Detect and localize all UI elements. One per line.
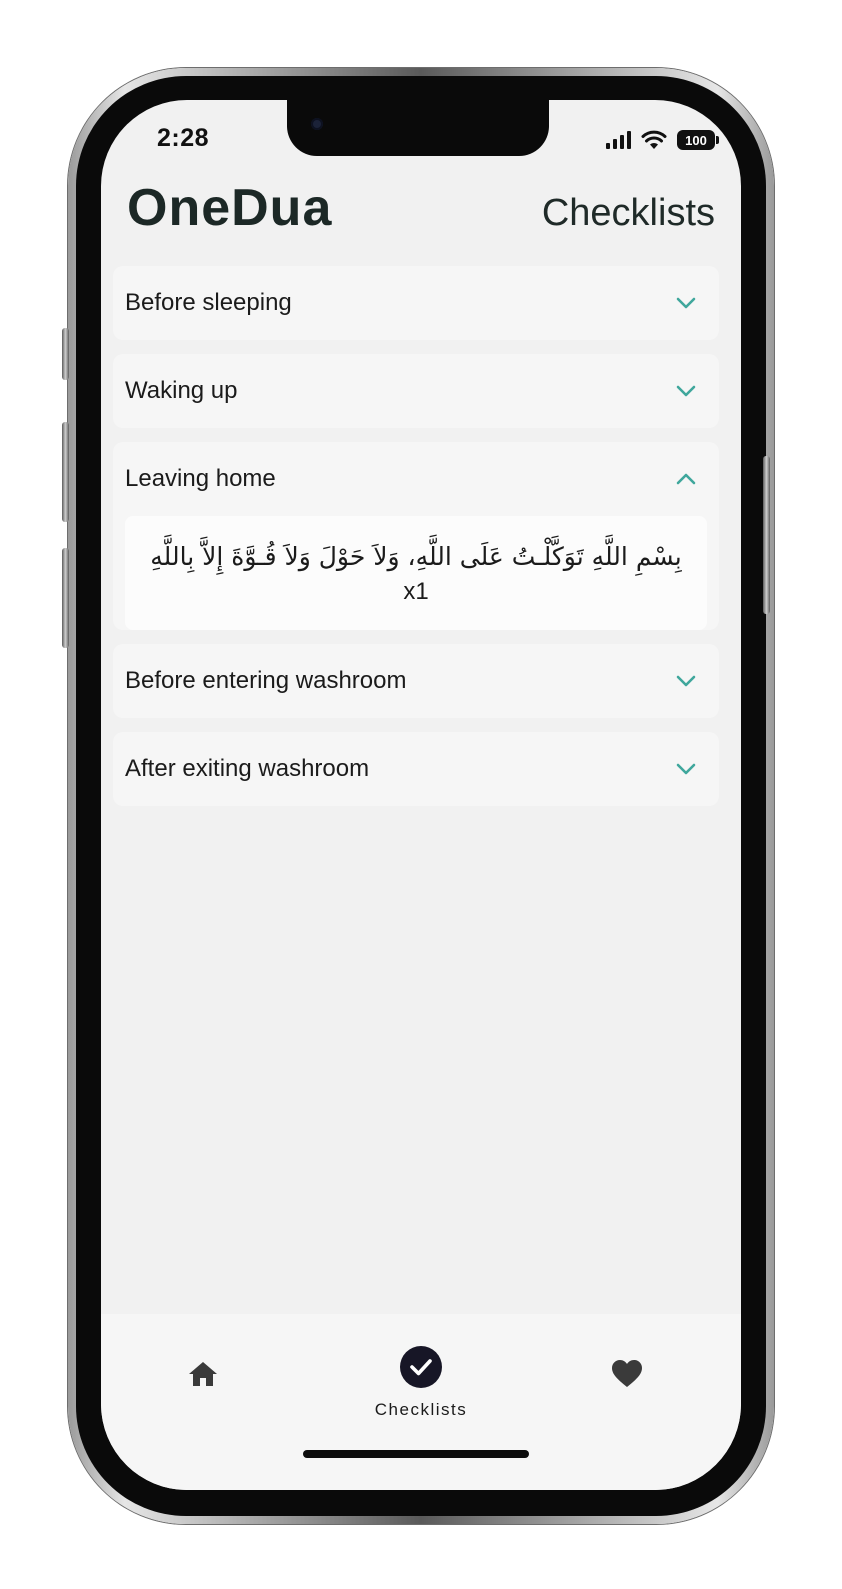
- checklist-item-label: Before sleeping: [125, 289, 292, 316]
- notch: [287, 100, 549, 156]
- battery-icon: 100: [677, 130, 719, 150]
- checklist-item-header[interactable]: Leaving home: [113, 442, 719, 516]
- checklist-item-label: After exiting washroom: [125, 755, 370, 782]
- checklist-item-header[interactable]: Before sleeping: [113, 266, 719, 340]
- dua-card[interactable]: بِسْمِ اللَّهِ تَوَكَّلْـتُ عَلَى اللَّه…: [125, 516, 707, 630]
- tab-checklists-label: Checklists: [374, 1400, 468, 1419]
- power-button: [763, 456, 770, 614]
- wifi-icon: [641, 130, 667, 149]
- dua-count: x1: [403, 578, 429, 605]
- phone-screen: 2:28 100 OneDua Checklists Before sleepi…: [101, 100, 741, 1490]
- heart-icon: [612, 1360, 642, 1387]
- checklist-item-label: Waking up: [125, 377, 238, 404]
- status-time: 2:28: [157, 124, 210, 152]
- chevron-down-icon: [676, 675, 696, 687]
- page-title: Checklists: [541, 192, 715, 234]
- battery-level: 100: [685, 132, 707, 148]
- checklist-item-header[interactable]: Waking up: [113, 354, 719, 428]
- volume-down-button: [62, 548, 69, 648]
- check-circle-icon: [400, 1346, 442, 1388]
- checklist-item-label: Leaving home: [125, 465, 276, 492]
- tab-favorites[interactable]: [587, 1314, 667, 1434]
- dua-text: بِسْمِ اللَّهِ تَوَكَّلْـتُ عَلَى اللَّه…: [150, 542, 682, 571]
- checklist-item-header[interactable]: After exiting washroom: [113, 732, 719, 806]
- chevron-up-icon: [676, 473, 696, 485]
- checklist-item-header[interactable]: Before entering washroom: [113, 644, 719, 718]
- tab-home[interactable]: [163, 1314, 243, 1434]
- checklist-item-leaving-home: Leaving home بِسْمِ اللَّهِ تَوَكَّلْـتُ…: [113, 442, 719, 630]
- checklist-item-before-entering-washroom: Before entering washroom: [113, 644, 719, 718]
- checklist-item-before-sleeping: Before sleeping: [113, 266, 719, 340]
- app-title: OneDua: [127, 179, 333, 237]
- home-icon: [189, 1362, 217, 1386]
- home-indicator[interactable]: [303, 1450, 529, 1458]
- front-camera: [311, 118, 323, 130]
- checklist: Before sleeping Waking up Leaving home ب…: [113, 266, 719, 820]
- checklist-item-label: Before entering washroom: [125, 667, 407, 694]
- checklist-item-after-exiting-washroom: After exiting washroom: [113, 732, 719, 806]
- tab-checklists[interactable]: Checklists: [351, 1314, 491, 1434]
- mute-switch: [62, 328, 69, 380]
- chevron-down-icon: [676, 297, 696, 309]
- bottom-tab-bar: Checklists: [101, 1314, 741, 1490]
- checklist-item-waking-up: Waking up: [113, 354, 719, 428]
- volume-up-button: [62, 422, 69, 522]
- chevron-down-icon: [676, 763, 696, 775]
- cellular-signal-icon: [606, 131, 631, 149]
- chevron-down-icon: [676, 385, 696, 397]
- status-icons: 100: [606, 126, 719, 154]
